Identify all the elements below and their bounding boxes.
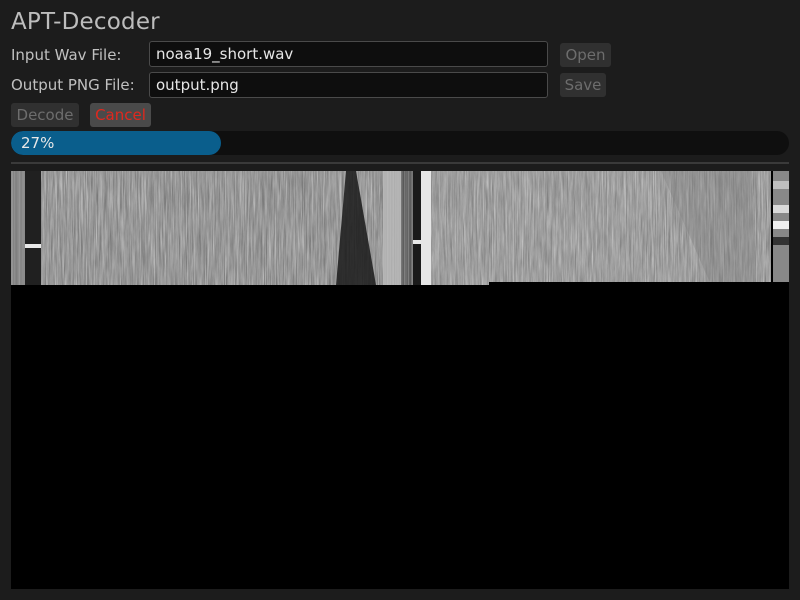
decoded-apt-image <box>11 171 789 285</box>
apt-decoder-window: APT-Decoder Input Wav File: noaa19_short… <box>0 0 800 600</box>
decoded-image-preview <box>11 171 789 589</box>
save-button[interactable]: Save <box>560 73 606 97</box>
input-wav-label: Input Wav File: <box>11 46 122 64</box>
cancel-button[interactable]: Cancel <box>90 103 151 127</box>
open-button[interactable]: Open <box>560 43 611 67</box>
divider <box>11 162 789 164</box>
input-wav-field[interactable]: noaa19_short.wav <box>149 41 548 67</box>
progress-bar: 27% <box>11 131 789 155</box>
output-png-field[interactable]: output.png <box>149 72 548 98</box>
app-title: APT-Decoder <box>11 9 160 35</box>
decode-button[interactable]: Decode <box>11 103 79 127</box>
output-png-label: Output PNG File: <box>11 76 135 94</box>
progress-text: 27% <box>21 134 55 152</box>
